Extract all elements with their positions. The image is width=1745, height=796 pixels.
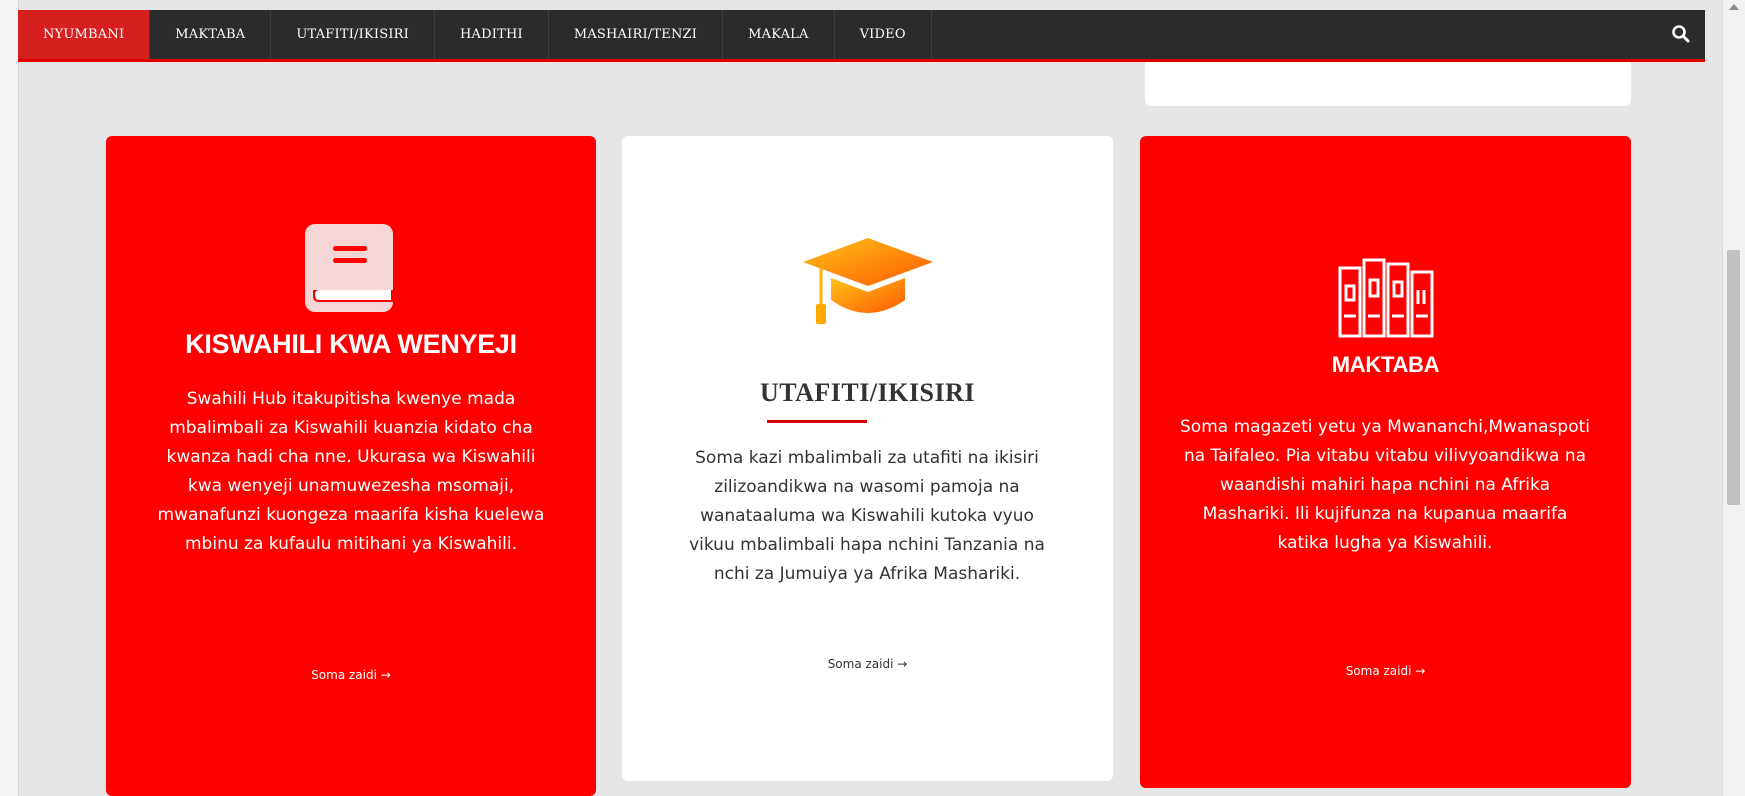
title-underline: [767, 420, 867, 423]
card-description: Soma magazeti yetu ya Mwananchi,Mwanaspo…: [1180, 417, 1591, 553]
book-icon: [305, 224, 397, 312]
search-icon[interactable]: [1671, 24, 1691, 44]
card-maktaba: MAKTABA Soma magazeti yetu ya Mwananchi,…: [1140, 136, 1631, 788]
graduation-cap-icon: [801, 234, 935, 330]
card-description: Soma kazi mbalimbali za utafiti na ikisi…: [689, 448, 1045, 584]
scroll-thumb[interactable]: [1727, 250, 1740, 505]
bookshelf-icon: [1336, 256, 1436, 340]
nav-menu: NYUMBANI MAKTABA UTAFITI/IKISIRI HADITHI…: [18, 10, 1705, 59]
nav-item-hadithi[interactable]: HADITHI: [435, 10, 549, 59]
nav-item-mashairi[interactable]: MASHAIRI/TENZI: [549, 10, 724, 59]
card-description: Swahili Hub itakupitisha kwenye mada mba…: [157, 389, 545, 554]
card-kiswahili-kwa-wenyeji: KISWAHILI KWA WENYEJI Swahili Hub itakup…: [106, 136, 596, 796]
read-more-link[interactable]: Soma zaidi →: [1140, 664, 1631, 678]
nav-item-utafiti[interactable]: UTAFITI/IKISIRI: [271, 10, 435, 59]
card-title: UTAFITI/IKISIRI: [759, 378, 976, 407]
read-more-link[interactable]: Soma zaidi →: [622, 657, 1113, 671]
page-left-edge: [0, 0, 19, 796]
scroll-up-icon[interactable]: [1729, 4, 1739, 10]
card-title: KISWAHILI KWA WENYEJI: [185, 329, 517, 359]
nav-item-makala[interactable]: MAKALA: [723, 10, 835, 59]
page-scrollbar[interactable]: [1722, 0, 1745, 796]
nav-item-video[interactable]: VIDEO: [835, 10, 932, 59]
main-navigation: NYUMBANI MAKTABA UTAFITI/IKISIRI HADITHI…: [18, 10, 1705, 62]
sidebar-widget-edge: [1145, 62, 1631, 106]
read-more-link[interactable]: Soma zaidi →: [106, 668, 596, 682]
nav-item-maktaba[interactable]: MAKTABA: [150, 10, 272, 59]
nav-item-nyumbani[interactable]: NYUMBANI: [18, 10, 151, 59]
card-utafiti-ikisiri: UTAFITI/IKISIRI Soma kazi mbalimbali za …: [622, 136, 1113, 781]
card-title: MAKTABA: [1331, 352, 1440, 377]
